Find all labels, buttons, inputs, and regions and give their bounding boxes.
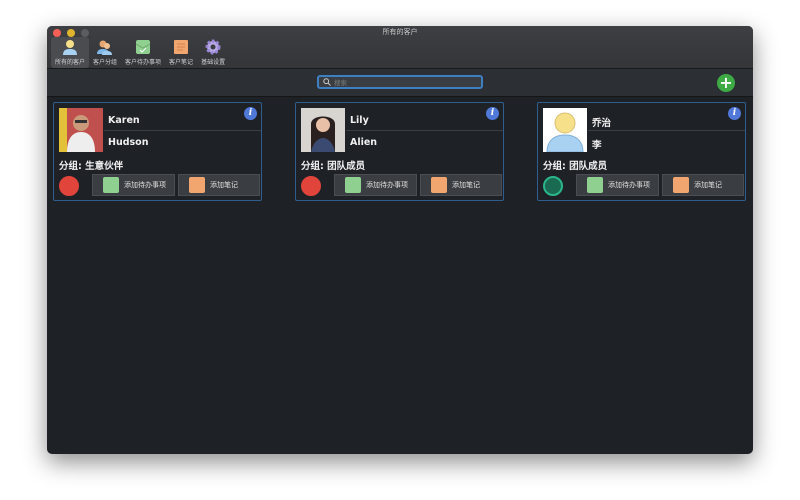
customer-card[interactable]: 乔治 李 i 分组: 团队成员 添加待办事项 添加笔记 [537, 102, 746, 201]
last-name: Hudson [108, 137, 149, 148]
last-name: 李 [592, 140, 602, 151]
tab-all-customers[interactable]: 所有的客户 [51, 37, 90, 68]
customer-photo [59, 108, 103, 152]
todo-icon [587, 177, 603, 193]
button-label: 添加笔记 [210, 181, 238, 189]
customer-photo [301, 108, 345, 152]
first-name: Lily [350, 115, 369, 126]
toolbar: 所有的客户 客户分组 客户待办事项 客户笔记 基础设置 [51, 37, 229, 68]
tab-label: 客户笔记 [169, 59, 194, 66]
avatar-icon[interactable] [59, 176, 79, 196]
tab-label: 所有的客户 [55, 59, 86, 66]
customer-group: 分组: 生意伙伴 [59, 161, 124, 172]
gear-icon [205, 39, 221, 55]
customer-card[interactable]: Karen Hudson i 分组: 生意伙伴 添加待办事项 添加笔记 [53, 102, 262, 201]
info-icon[interactable]: i [486, 107, 499, 120]
note-icon [673, 177, 689, 193]
info-icon[interactable]: i [728, 107, 741, 120]
search-bar: 搜索 + [47, 69, 753, 97]
last-name: Alien [350, 137, 378, 148]
tab-label: 基础设置 [201, 59, 226, 66]
customer-photo [543, 108, 587, 152]
button-label: 添加笔记 [694, 181, 722, 189]
search-icon [323, 78, 331, 86]
customer-card[interactable]: Lily Alien i 分组: 团队成员 添加待办事项 添加笔记 [295, 102, 504, 201]
button-label: 添加笔记 [452, 181, 480, 189]
add-todo-button[interactable]: 添加待办事项 [334, 174, 417, 196]
customer-group: 分组: 团队成员 [543, 161, 608, 172]
todo-icon [135, 40, 151, 54]
add-note-button[interactable]: 添加笔记 [662, 174, 744, 196]
todo-icon [103, 177, 119, 193]
button-label: 添加待办事项 [124, 181, 166, 189]
tab-label: 客户分组 [93, 59, 118, 66]
info-icon[interactable]: i [244, 107, 257, 120]
add-note-button[interactable]: 添加笔记 [420, 174, 502, 196]
button-label: 添加待办事项 [366, 181, 408, 189]
first-name: Karen [108, 115, 140, 126]
todo-icon [345, 177, 361, 193]
person-icon [63, 40, 77, 55]
tab-settings[interactable]: 基础设置 [197, 37, 229, 68]
tab-customer-groups[interactable]: 客户分组 [89, 37, 121, 68]
window-title: 所有的客户 [382, 28, 418, 36]
tab-customer-notes[interactable]: 客户笔记 [165, 37, 197, 68]
add-note-button[interactable]: 添加笔记 [178, 174, 260, 196]
search-placeholder: 搜索 [334, 79, 347, 87]
add-todo-button[interactable]: 添加待办事项 [92, 174, 175, 196]
first-name: 乔治 [592, 118, 612, 129]
add-todo-button[interactable]: 添加待办事项 [576, 174, 659, 196]
tab-label: 客户待办事项 [125, 59, 162, 66]
note-icon [189, 177, 205, 193]
button-label: 添加待办事项 [608, 181, 650, 189]
add-customer-button[interactable]: + [717, 74, 735, 92]
note-icon [431, 177, 447, 193]
titlebar: 所有的客户 所有的客户 客户分组 客户待办事项 客户笔记 基础设置 [47, 26, 753, 69]
group-icon [97, 40, 113, 55]
note-icon [174, 40, 189, 54]
avatar-icon[interactable] [301, 176, 321, 196]
avatar-icon[interactable] [543, 176, 563, 196]
tab-customer-todos[interactable]: 客户待办事项 [121, 37, 165, 68]
app-window: 所有的客户 所有的客户 客户分组 客户待办事项 客户笔记 基础设置 搜索 + K… [47, 26, 753, 454]
search-input[interactable]: 搜索 [317, 75, 483, 89]
customer-group: 分组: 团队成员 [301, 161, 366, 172]
